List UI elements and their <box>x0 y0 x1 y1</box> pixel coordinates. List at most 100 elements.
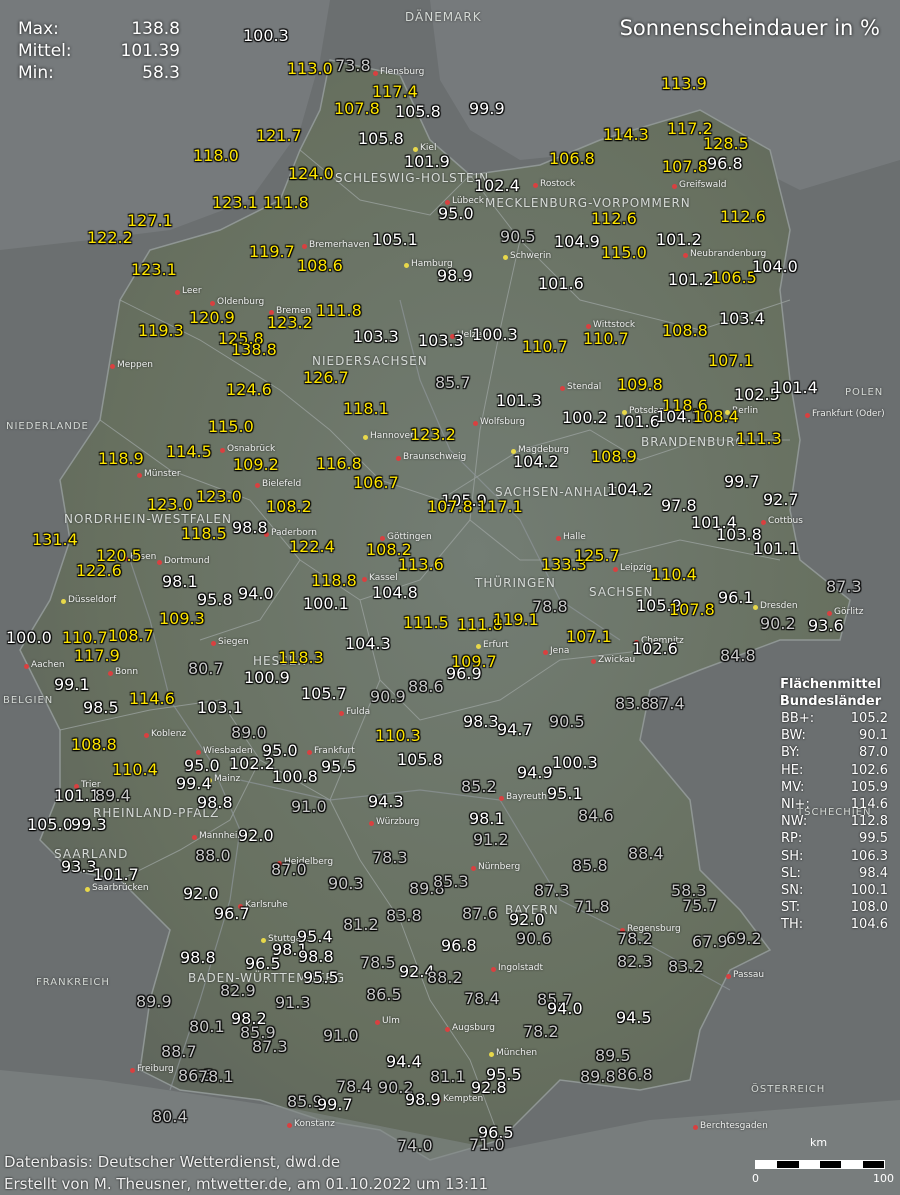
station-value: 108.9 <box>591 447 637 466</box>
city-label: Ingolstadt <box>498 963 544 973</box>
station-value: 87.4 <box>649 694 685 713</box>
station-value: 105.8 <box>397 750 443 769</box>
station-value: 116.8 <box>316 454 362 473</box>
station-value: 104.2 <box>607 480 653 499</box>
station-value: 123.2 <box>410 425 456 444</box>
station-value: 126.7 <box>303 368 349 387</box>
city-dot <box>144 733 149 738</box>
legend-state-code: SL: <box>781 865 801 881</box>
station-value: 88.2 <box>427 968 463 987</box>
city-dot <box>130 1068 135 1073</box>
station-value: 122.4 <box>289 537 335 556</box>
station-value: 101.2 <box>668 270 714 289</box>
station-value: 111.3 <box>736 429 782 448</box>
legend-state-code: ST: <box>781 900 801 916</box>
stats-max-label: Max: <box>18 19 59 39</box>
station-value: 105.1 <box>372 230 418 249</box>
station-value: 85.2 <box>461 777 497 796</box>
city-dot <box>192 835 197 840</box>
station-value: 90.9 <box>370 687 406 706</box>
station-value: 88.4 <box>628 844 664 863</box>
station-value: 83.8 <box>386 906 422 925</box>
city-dot <box>363 435 368 440</box>
station-value: 123.2 <box>267 313 313 332</box>
station-value: 96.5 <box>245 954 281 973</box>
legend-row: BB+: 105.2 <box>773 710 888 727</box>
station-value: 124.0 <box>288 164 334 183</box>
city-dot <box>503 255 508 260</box>
station-value: 78.4 <box>336 1077 372 1096</box>
station-value: 93.6 <box>808 616 844 635</box>
station-value: 87.6 <box>462 904 498 923</box>
city-dot <box>220 448 225 453</box>
station-value: 78.1 <box>198 1067 234 1086</box>
city-label: Bayreuth <box>506 792 547 802</box>
legend-row: BW: 90.1 <box>773 727 888 744</box>
city-dot <box>556 536 561 541</box>
region-label: NIEDERSACHSEN <box>312 354 428 368</box>
city-label: Schwerin <box>510 251 552 261</box>
stats-min: Min: 58.3 <box>18 62 180 84</box>
station-value: 95.5 <box>303 968 339 987</box>
station-value: 99.3 <box>71 815 107 834</box>
legend-row: RP: 99.5 <box>773 830 888 847</box>
station-value: 138.8 <box>231 340 277 359</box>
station-value: 86.5 <box>366 985 402 1004</box>
station-value: 128.5 <box>703 134 749 153</box>
station-value: 95.1 <box>547 784 583 803</box>
legend-state-value: 114.6 <box>850 797 888 813</box>
station-value: 119.1 <box>493 610 539 629</box>
station-value: 104.0 <box>752 257 798 276</box>
station-value: 119.3 <box>138 321 184 340</box>
station-value: 123.0 <box>147 495 193 514</box>
legend-state-code: SN: <box>781 883 804 899</box>
station-value: 118.0 <box>193 146 239 165</box>
station-value: 112.6 <box>720 207 766 226</box>
station-value: 94.7 <box>497 720 533 739</box>
city-label: Zwickau <box>598 655 636 665</box>
station-value: 106.8 <box>549 149 595 168</box>
city-dot <box>61 599 66 604</box>
station-value: 110.7 <box>583 329 629 348</box>
station-value: 108.4 <box>693 407 739 426</box>
city-dot <box>369 821 374 826</box>
legend-row: BY: 87.0 <box>773 744 888 761</box>
station-value: 118.1 <box>343 399 389 418</box>
stats-min-value: 58.3 <box>142 63 180 83</box>
station-value: 67.9 <box>692 932 728 951</box>
station-value: 71.8 <box>574 897 610 916</box>
station-value: 101.1 <box>753 539 799 558</box>
station-value: 109.8 <box>617 375 663 394</box>
region-label: THÜRINGEN <box>475 576 556 590</box>
legend-state-value: 90.1 <box>859 728 888 744</box>
station-value: 109.2 <box>233 455 279 474</box>
city-dot <box>560 386 565 391</box>
city-dot <box>476 644 481 649</box>
station-value: 92.7 <box>763 490 799 509</box>
station-value: 93.3 <box>61 857 97 876</box>
station-value: 113.0 <box>287 59 333 78</box>
station-value: 82.3 <box>617 952 653 971</box>
city-label: Fulda <box>346 707 371 717</box>
legend-state-value: 100.1 <box>850 883 888 899</box>
city-label: Aachen <box>31 660 65 670</box>
legend-state-value: 102.6 <box>850 762 888 778</box>
station-value: 90.5 <box>500 227 536 246</box>
station-value: 94.5 <box>616 1008 652 1027</box>
city-label: Konstanz <box>294 1119 335 1129</box>
legend-row: TH: 104.6 <box>773 916 888 933</box>
station-value: 89.9 <box>136 992 172 1011</box>
legend-state-value: 108.0 <box>850 900 888 916</box>
station-value: 94.3 <box>368 792 404 811</box>
legend-state-value: 87.0 <box>859 745 888 761</box>
station-value: 99.1 <box>54 675 90 694</box>
station-value: 90.2 <box>760 614 796 633</box>
station-value: 118.3 <box>278 648 324 667</box>
city-dot <box>375 1020 380 1025</box>
station-value: 91.0 <box>291 797 327 816</box>
city-label: Ulm <box>382 1016 400 1026</box>
city-dot <box>302 244 307 249</box>
station-value: 89.5 <box>595 1046 631 1065</box>
station-value: 83.2 <box>668 957 704 976</box>
legend-state-value: 112.8 <box>850 814 888 830</box>
